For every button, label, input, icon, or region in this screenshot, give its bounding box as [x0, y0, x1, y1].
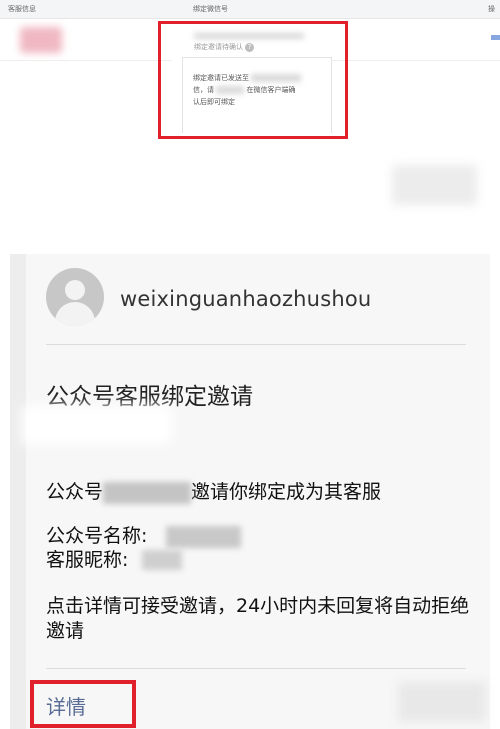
blurred-nickname [142, 550, 182, 570]
column-header-operation: 操 [488, 5, 495, 13]
highlight-frame-popup [158, 21, 348, 139]
blurred-watermark [398, 682, 486, 722]
invite-suffix: 邀请你绑定成为其客服 [191, 481, 382, 503]
wechat-invite-card: weixinguanhaozhushou 公众号客服绑定邀请 公众号 邀请你绑定成… [10, 254, 490, 729]
invite-prefix: 公众号 [46, 481, 104, 503]
blurred-area [392, 165, 477, 205]
operation-icon[interactable] [491, 35, 500, 40]
card-edge [10, 254, 26, 729]
blurred-account [103, 481, 192, 504]
nickname-label: 客服昵称: [46, 549, 129, 571]
account-name: weixinguanhaozhushou [120, 287, 372, 311]
customer-avatar-blurred [20, 27, 62, 53]
divider [46, 344, 466, 345]
account-name-label: 公众号名称: [46, 525, 148, 547]
divider-bottom [46, 668, 466, 669]
invite-message: 公众号 邀请你绑定成为其客服 [46, 477, 381, 504]
column-header-wechat-id: 绑定微信号 [193, 5, 228, 13]
avatar-head [65, 280, 85, 300]
nickname-row: 客服昵称: [46, 548, 147, 572]
blurred-subtitle [22, 406, 172, 444]
avatar-body [55, 302, 95, 326]
notice-text: 点击详情可接受邀请，24小时内未回复将自动拒绝邀请 [46, 595, 470, 642]
blurred-account-name [166, 526, 241, 548]
admin-panel: 客服信息 绑定微信号 操 绑定邀请待确认? 绑定邀请已发送至 信，请 在微信客户… [0, 0, 500, 238]
column-header-customer-info: 客服信息 [8, 5, 36, 13]
default-avatar-icon [46, 268, 104, 326]
section-gap [0, 238, 500, 254]
account-name-row: 公众号名称: [46, 524, 147, 548]
account-info: 公众号名称: 客服昵称: [46, 524, 241, 572]
highlight-frame-details [30, 680, 136, 728]
table-header: 客服信息 绑定微信号 操 [0, 0, 500, 19]
